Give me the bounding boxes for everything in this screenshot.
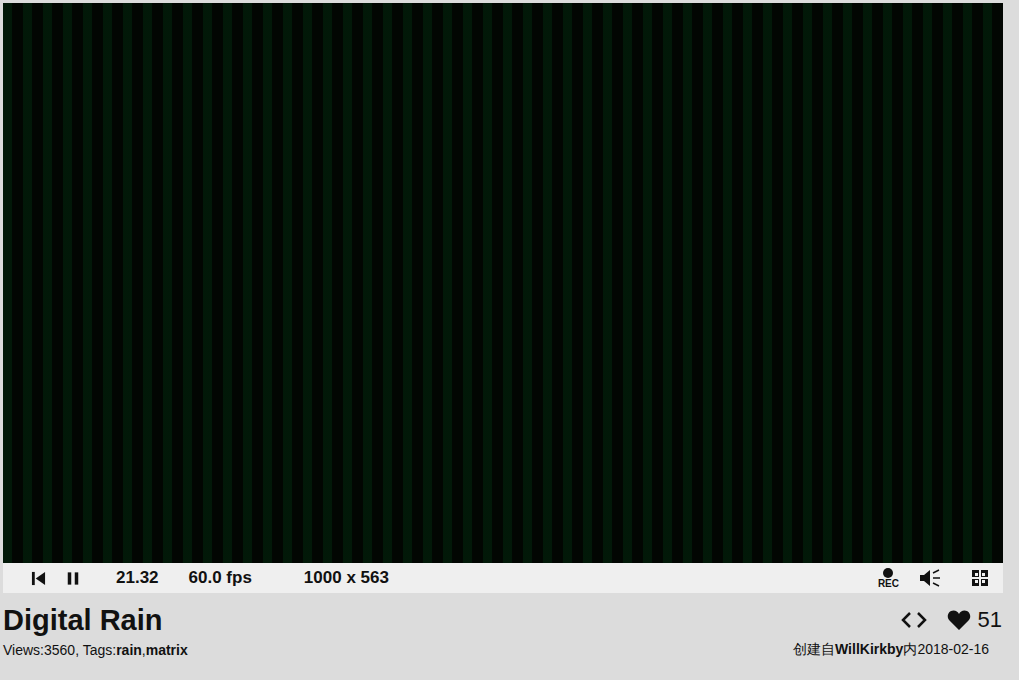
- heart-icon[interactable]: [947, 609, 971, 631]
- record-dot-icon: [883, 568, 893, 578]
- fullscreen-icon[interactable]: [971, 569, 989, 587]
- resolution-display: 1000 x 563: [304, 568, 389, 588]
- shader-player: 21.32 60.0 fps 1000 x 563 REC: [3, 3, 1003, 593]
- like-count: 51: [978, 607, 1002, 633]
- created-by: 创建自WillKirkby内2018-02-16: [793, 641, 989, 659]
- shader-meta: Views:3560, Tags:rain,matrix: [3, 642, 188, 658]
- pause-icon[interactable]: [66, 571, 80, 586]
- author-link[interactable]: WillKirkby: [835, 641, 903, 657]
- tag-link[interactable]: matrix: [146, 642, 188, 658]
- time-display: 21.32: [116, 568, 159, 588]
- code-icon[interactable]: [901, 611, 927, 629]
- record-button[interactable]: REC: [878, 568, 899, 589]
- shader-info: Digital Rain 51 Views:3560, Tags:rain,matr…: [3, 593, 1003, 659]
- rewind-icon[interactable]: [31, 571, 46, 586]
- player-controls: 21.32 60.0 fps 1000 x 563 REC: [3, 563, 1003, 593]
- render-canvas[interactable]: [3, 3, 1003, 563]
- volume-icon[interactable]: [919, 569, 941, 587]
- shader-title: Digital Rain: [3, 603, 163, 637]
- shader-page: 21.32 60.0 fps 1000 x 563 REC Digital Rain 51…: [0, 0, 1019, 680]
- tag-link[interactable]: rain: [116, 642, 142, 658]
- fps-display: 60.0 fps: [189, 568, 252, 588]
